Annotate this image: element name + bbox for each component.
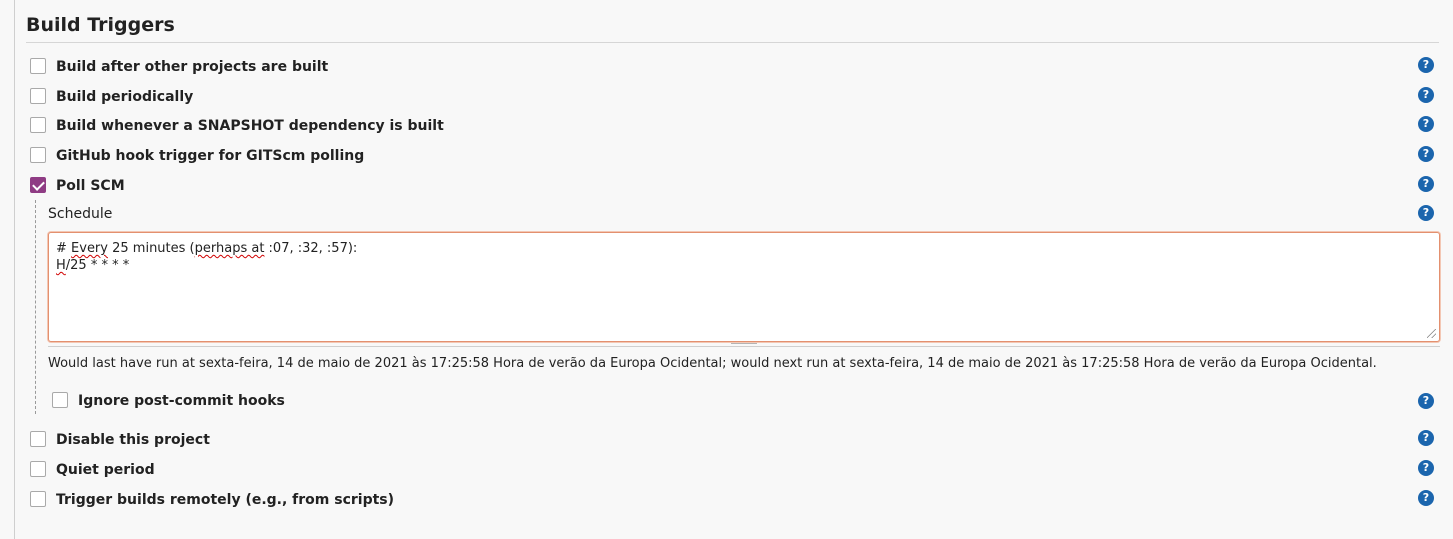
option-row-trigger-remotely: Trigger builds remotely (e.g., from scri…: [30, 491, 1440, 513]
trigger-row-build-after-other: Build after other projects are built: [30, 58, 1440, 80]
spellcheck-word: perhaps at: [194, 241, 265, 256]
trigger-row-build-periodically: Build periodically: [30, 88, 1440, 110]
disable-project-checkbox[interactable]: [30, 431, 46, 447]
section-title: Build Triggers: [26, 14, 175, 36]
schedule-line-2: H/25 * * * *: [56, 258, 130, 273]
left-border: [14, 0, 15, 539]
help-icon[interactable]: ?: [1418, 116, 1434, 132]
help-icon[interactable]: ?: [1418, 57, 1434, 73]
help-icon[interactable]: ?: [1418, 205, 1434, 221]
help-icon[interactable]: ?: [1418, 393, 1434, 409]
github-hook-label[interactable]: GitHub hook trigger for GITScm polling: [56, 148, 364, 164]
poll-scm-label[interactable]: Poll SCM: [56, 178, 125, 194]
disable-project-label[interactable]: Disable this project: [56, 432, 210, 448]
build-periodically-checkbox[interactable]: [30, 88, 46, 104]
help-icon[interactable]: ?: [1418, 430, 1434, 446]
textarea-underline: [48, 346, 1440, 347]
trigger-row-poll-scm: Poll SCM: [30, 177, 1440, 199]
help-icon[interactable]: ?: [1418, 490, 1434, 506]
trigger-remotely-checkbox[interactable]: [30, 491, 46, 507]
option-row-disable-project: Disable this project: [30, 431, 1440, 453]
schedule-textarea[interactable]: # Every 25 minutes (perhaps at :07, :32,…: [48, 232, 1440, 342]
schedule-run-info: Would last have run at sexta-feira, 14 d…: [48, 356, 1377, 371]
github-hook-checkbox[interactable]: [30, 147, 46, 163]
quiet-period-label[interactable]: Quiet period: [56, 462, 155, 478]
build-after-other-checkbox[interactable]: [30, 58, 46, 74]
resize-handle-icon[interactable]: [1427, 329, 1436, 338]
spellcheck-word: Every: [71, 241, 108, 256]
option-row-quiet-period: Quiet period: [30, 461, 1440, 483]
help-icon[interactable]: ?: [1418, 176, 1434, 192]
ignore-hooks-checkbox[interactable]: [52, 392, 68, 408]
snapshot-dependency-label[interactable]: Build whenever a SNAPSHOT dependency is …: [56, 118, 444, 134]
quiet-period-checkbox[interactable]: [30, 461, 46, 477]
trigger-row-snapshot-dependency: Build whenever a SNAPSHOT dependency is …: [30, 117, 1440, 139]
help-icon[interactable]: ?: [1418, 146, 1434, 162]
help-icon[interactable]: ?: [1418, 87, 1434, 103]
schedule-label: Schedule: [48, 206, 113, 222]
section-divider: [26, 42, 1439, 43]
poll-scm-checkbox[interactable]: [30, 177, 46, 193]
nested-options-rule: [35, 200, 36, 414]
trigger-remotely-label[interactable]: Trigger builds remotely (e.g., from scri…: [56, 492, 394, 508]
trigger-row-github-hook: GitHub hook trigger for GITScm polling: [30, 147, 1440, 169]
spellcheck-word: H: [56, 258, 66, 273]
ignore-hooks-label[interactable]: Ignore post-commit hooks: [78, 393, 285, 409]
snapshot-dependency-checkbox[interactable]: [30, 117, 46, 133]
build-periodically-label[interactable]: Build periodically: [56, 89, 193, 105]
schedule-line-1: # Every 25 minutes (perhaps at :07, :32,…: [56, 241, 358, 256]
help-icon[interactable]: ?: [1418, 460, 1434, 476]
build-after-other-label[interactable]: Build after other projects are built: [56, 59, 328, 75]
